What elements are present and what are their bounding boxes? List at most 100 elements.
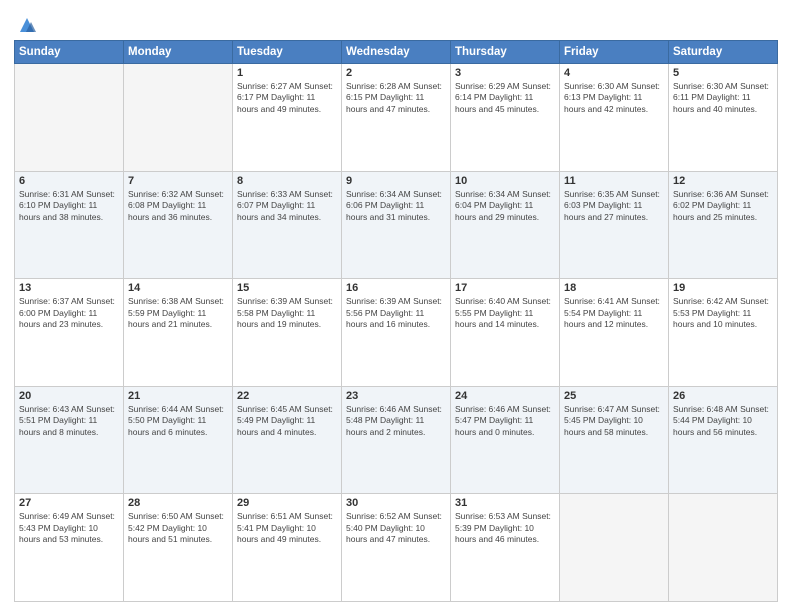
day-number: 8 [237,175,337,187]
weekday-header: Sunday [15,41,124,64]
day-number: 16 [346,282,446,294]
day-info: Sunrise: 6:30 AM Sunset: 6:13 PM Dayligh… [564,81,664,115]
day-number: 2 [346,67,446,79]
calendar-cell: 24 Sunrise: 6:46 AM Sunset: 5:47 PM Dayli… [451,386,560,494]
day-info: Sunrise: 6:37 AM Sunset: 6:00 PM Dayligh… [19,296,119,330]
day-info: Sunrise: 6:43 AM Sunset: 5:51 PM Dayligh… [19,404,119,438]
day-info: Sunrise: 6:50 AM Sunset: 5:42 PM Dayligh… [128,511,228,545]
calendar-cell: 25 Sunrise: 6:47 AM Sunset: 5:45 PM Dayli… [560,386,669,494]
day-number: 21 [128,390,228,402]
calendar-cell: 18Sunrise: 6:41 AM Sunset: 5:54 PM Dayli… [560,279,669,387]
calendar-cell: 13 Sunrise: 6:37 AM Sunset: 6:00 PM Dayli… [15,279,124,387]
logo-icon [16,14,38,36]
calendar-cell [669,494,778,602]
day-number: 6 [19,175,119,187]
calendar-cell: 19 Sunrise: 6:42 AM Sunset: 5:53 PM Dayli… [669,279,778,387]
logo [14,14,38,36]
calendar-cell: 29 Sunrise: 6:51 AM Sunset: 5:41 PM Dayli… [233,494,342,602]
calendar: SundayMondayTuesdayWednesdayThursdayFrid… [14,40,778,602]
day-info: Sunrise: 6:39 AM Sunset: 5:58 PM Dayligh… [237,296,337,330]
calendar-cell: 28 Sunrise: 6:50 AM Sunset: 5:42 PM Dayli… [124,494,233,602]
day-info: Sunrise: 6:53 AM Sunset: 5:39 PM Dayligh… [455,511,555,545]
day-info: Sunrise: 6:52 AM Sunset: 5:40 PM Dayligh… [346,511,446,545]
page: SundayMondayTuesdayWednesdayThursdayFrid… [0,0,792,612]
day-number: 15 [237,282,337,294]
day-number: 5 [673,67,773,79]
calendar-cell: 21 Sunrise: 6:44 AM Sunset: 5:50 PM Dayli… [124,386,233,494]
calendar-cell: 20 Sunrise: 6:43 AM Sunset: 5:51 PM Dayli… [15,386,124,494]
day-info: Sunrise: 6:34 AM Sunset: 6:04 PM Dayligh… [455,189,555,223]
day-info: Sunrise: 6:36 AM Sunset: 6:02 PM Dayligh… [673,189,773,223]
calendar-cell: 23 Sunrise: 6:46 AM Sunset: 5:48 PM Dayli… [342,386,451,494]
day-number: 13 [19,282,119,294]
calendar-cell: 9 Sunrise: 6:34 AM Sunset: 6:06 PM Daylig… [342,171,451,279]
day-info: Sunrise: 6:42 AM Sunset: 5:53 PM Dayligh… [673,296,773,330]
day-number: 20 [19,390,119,402]
calendar-cell: 1 Sunrise: 6:27 AM Sunset: 6:17 PM Daylig… [233,64,342,172]
weekday-header-row: SundayMondayTuesdayWednesdayThursdayFrid… [15,41,778,64]
calendar-cell: 5 Sunrise: 6:30 AM Sunset: 6:11 PM Daylig… [669,64,778,172]
day-info: Sunrise: 6:48 AM Sunset: 5:44 PM Dayligh… [673,404,773,438]
day-info: Sunrise: 6:46 AM Sunset: 5:48 PM Dayligh… [346,404,446,438]
day-number: 23 [346,390,446,402]
calendar-cell: 3 Sunrise: 6:29 AM Sunset: 6:14 PM Daylig… [451,64,560,172]
day-info: Sunrise: 6:35 AM Sunset: 6:03 PM Dayligh… [564,189,664,223]
day-info: Sunrise: 6:46 AM Sunset: 5:47 PM Dayligh… [455,404,555,438]
calendar-cell: 2 Sunrise: 6:28 AM Sunset: 6:15 PM Daylig… [342,64,451,172]
calendar-week-row: 13 Sunrise: 6:37 AM Sunset: 6:00 PM Dayli… [15,279,778,387]
calendar-cell: 4 Sunrise: 6:30 AM Sunset: 6:13 PM Daylig… [560,64,669,172]
day-info: Sunrise: 6:33 AM Sunset: 6:07 PM Dayligh… [237,189,337,223]
weekday-header: Wednesday [342,41,451,64]
day-info: Sunrise: 6:51 AM Sunset: 5:41 PM Dayligh… [237,511,337,545]
day-number: 4 [564,67,664,79]
day-info: Sunrise: 6:32 AM Sunset: 6:08 PM Dayligh… [128,189,228,223]
day-number: 9 [346,175,446,187]
day-info: Sunrise: 6:45 AM Sunset: 5:49 PM Dayligh… [237,404,337,438]
day-number: 22 [237,390,337,402]
calendar-cell: 30 Sunrise: 6:52 AM Sunset: 5:40 PM Dayli… [342,494,451,602]
calendar-cell: 10 Sunrise: 6:34 AM Sunset: 6:04 PM Dayli… [451,171,560,279]
calendar-cell [124,64,233,172]
weekday-header: Tuesday [233,41,342,64]
day-number: 19 [673,282,773,294]
calendar-week-row: 1 Sunrise: 6:27 AM Sunset: 6:17 PM Daylig… [15,64,778,172]
day-info: Sunrise: 6:30 AM Sunset: 6:11 PM Dayligh… [673,81,773,115]
calendar-week-row: 27Sunrise: 6:49 AM Sunset: 5:43 PM Dayli… [15,494,778,602]
day-info: Sunrise: 6:38 AM Sunset: 5:59 PM Dayligh… [128,296,228,330]
day-number: 17 [455,282,555,294]
day-number: 14 [128,282,228,294]
day-number: 12 [673,175,773,187]
day-number: 24 [455,390,555,402]
calendar-cell: 6 Sunrise: 6:31 AM Sunset: 6:10 PM Daylig… [15,171,124,279]
weekday-header: Monday [124,41,233,64]
day-info: Sunrise: 6:44 AM Sunset: 5:50 PM Dayligh… [128,404,228,438]
calendar-cell: 11 Sunrise: 6:35 AM Sunset: 6:03 PM Dayli… [560,171,669,279]
calendar-cell: 31Sunrise: 6:53 AM Sunset: 5:39 PM Dayli… [451,494,560,602]
calendar-week-row: 6 Sunrise: 6:31 AM Sunset: 6:10 PM Daylig… [15,171,778,279]
day-number: 26 [673,390,773,402]
day-info: Sunrise: 6:34 AM Sunset: 6:06 PM Dayligh… [346,189,446,223]
day-info: Sunrise: 6:47 AM Sunset: 5:45 PM Dayligh… [564,404,664,438]
calendar-cell: 16 Sunrise: 6:39 AM Sunset: 5:56 PM Dayli… [342,279,451,387]
day-info: Sunrise: 6:27 AM Sunset: 6:17 PM Dayligh… [237,81,337,115]
header [14,10,778,36]
day-info: Sunrise: 6:29 AM Sunset: 6:14 PM Dayligh… [455,81,555,115]
day-info: Sunrise: 6:41 AM Sunset: 5:54 PM Dayligh… [564,296,664,330]
day-number: 29 [237,497,337,509]
day-info: Sunrise: 6:31 AM Sunset: 6:10 PM Dayligh… [19,189,119,223]
calendar-cell: 14 Sunrise: 6:38 AM Sunset: 5:59 PM Dayli… [124,279,233,387]
day-number: 25 [564,390,664,402]
day-info: Sunrise: 6:39 AM Sunset: 5:56 PM Dayligh… [346,296,446,330]
day-number: 10 [455,175,555,187]
day-number: 1 [237,67,337,79]
calendar-cell [560,494,669,602]
day-number: 27 [19,497,119,509]
day-number: 28 [128,497,228,509]
day-number: 30 [346,497,446,509]
day-number: 11 [564,175,664,187]
calendar-week-row: 20 Sunrise: 6:43 AM Sunset: 5:51 PM Dayli… [15,386,778,494]
day-number: 3 [455,67,555,79]
calendar-cell: 8 Sunrise: 6:33 AM Sunset: 6:07 PM Daylig… [233,171,342,279]
day-info: Sunrise: 6:28 AM Sunset: 6:15 PM Dayligh… [346,81,446,115]
calendar-cell: 17Sunrise: 6:40 AM Sunset: 5:55 PM Dayli… [451,279,560,387]
